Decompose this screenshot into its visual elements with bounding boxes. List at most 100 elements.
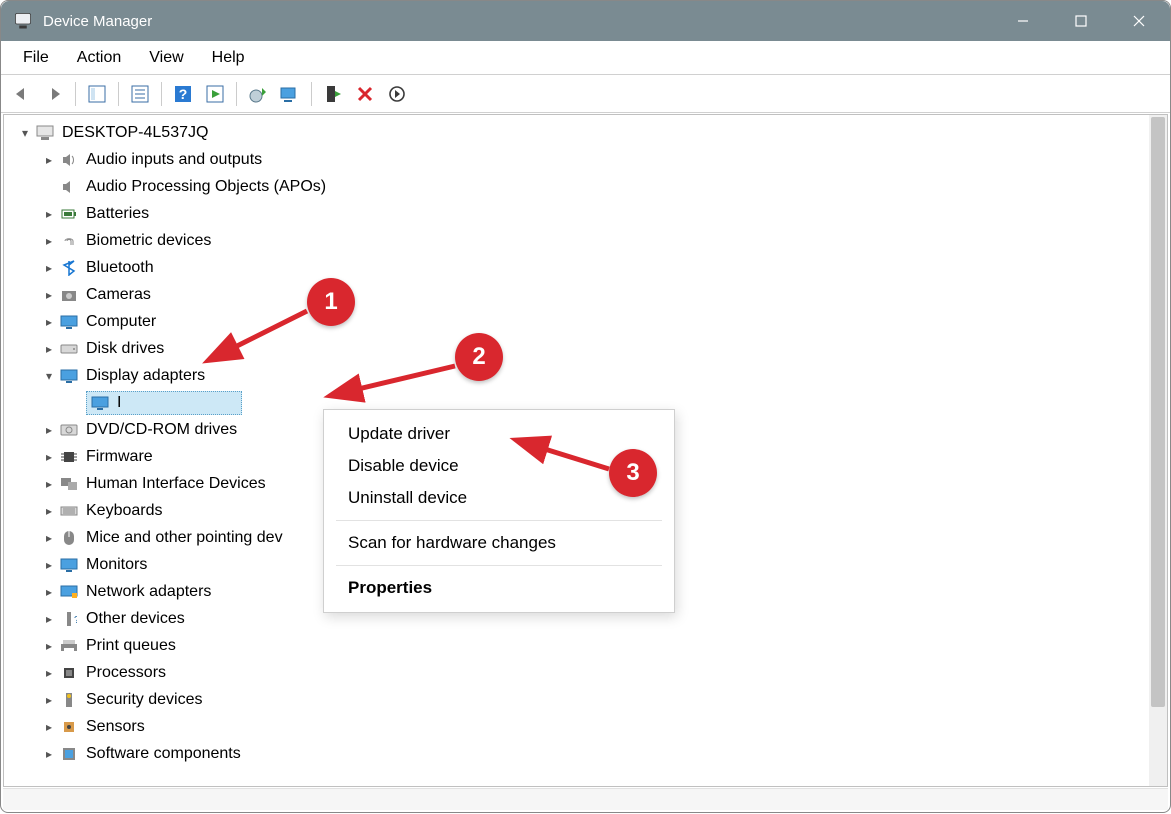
uninstall-device-button[interactable]: [350, 79, 380, 109]
menu-file[interactable]: File: [9, 45, 63, 71]
chevron-right-icon[interactable]: ▸: [40, 666, 58, 680]
ctx-properties[interactable]: Properties: [324, 572, 674, 604]
menu-action[interactable]: Action: [63, 45, 135, 71]
show-hide-console-tree-button[interactable]: [82, 79, 112, 109]
network-icon: [58, 582, 80, 602]
app-icon: [13, 11, 33, 31]
monitor-icon: [58, 312, 80, 332]
menu-help[interactable]: Help: [198, 45, 259, 71]
tree-label: Bluetooth: [86, 259, 154, 277]
enable-device-button[interactable]: [318, 79, 348, 109]
chevron-right-icon[interactable]: ▸: [40, 153, 58, 167]
chevron-right-icon[interactable]: ▸: [40, 315, 58, 329]
tree-category-cameras[interactable]: ▸ Cameras: [12, 281, 1167, 308]
tree-category-computer[interactable]: ▸ Computer: [12, 308, 1167, 335]
chevron-right-icon[interactable]: ▸: [40, 693, 58, 707]
tree-label: Software components: [86, 745, 241, 763]
chevron-right-icon[interactable]: ▸: [40, 477, 58, 491]
mouse-icon: [58, 528, 80, 548]
menu-bar: File Action View Help: [1, 41, 1170, 75]
tree-category-print[interactable]: ▸ Print queues: [12, 632, 1167, 659]
tree-label: DVD/CD-ROM drives: [86, 421, 237, 439]
tree-label: Human Interface Devices: [86, 475, 266, 493]
tree-category-display[interactable]: ▾ Display adapters: [12, 362, 1167, 389]
chevron-down-icon[interactable]: ▾: [16, 126, 34, 140]
chevron-right-icon[interactable]: ▸: [40, 450, 58, 464]
maximize-button[interactable]: [1052, 1, 1110, 41]
security-icon: [58, 690, 80, 710]
cpu-icon: [58, 663, 80, 683]
dvd-icon: [58, 420, 80, 440]
chevron-right-icon[interactable]: ▸: [40, 720, 58, 734]
tree-label: Sensors: [86, 718, 145, 736]
chevron-right-icon[interactable]: ▸: [40, 612, 58, 626]
chevron-right-icon[interactable]: ▸: [40, 261, 58, 275]
tree-category-sensors[interactable]: ▸ Sensors: [12, 713, 1167, 740]
keyboard-icon: [58, 501, 80, 521]
annotation-step-2: 2: [455, 333, 503, 381]
fingerprint-icon: [58, 231, 80, 251]
chevron-right-icon[interactable]: ▸: [40, 639, 58, 653]
chevron-right-icon[interactable]: ▸: [40, 342, 58, 356]
tree-label: Processors: [86, 664, 166, 682]
chevron-right-icon[interactable]: ▸: [40, 234, 58, 248]
chevron-right-icon[interactable]: ▸: [40, 747, 58, 761]
bluetooth-icon: [58, 258, 80, 278]
hid-icon: [58, 474, 80, 494]
tree-root[interactable]: ▾ DESKTOP-4L537JQ: [12, 119, 1167, 146]
scrollbar-thumb[interactable]: [1151, 117, 1165, 707]
ctx-scan-hardware[interactable]: Scan for hardware changes: [324, 527, 674, 559]
menu-view[interactable]: View: [135, 45, 197, 71]
chevron-right-icon[interactable]: ▸: [40, 558, 58, 572]
chevron-right-icon[interactable]: ▸: [40, 504, 58, 518]
help-button[interactable]: ?: [168, 79, 198, 109]
tree-label: DESKTOP-4L537JQ: [62, 124, 208, 142]
tree-category-batteries[interactable]: ▸ Batteries: [12, 200, 1167, 227]
tree-category-biometric[interactable]: ▸ Biometric devices: [12, 227, 1167, 254]
tree-label: Biometric devices: [86, 232, 211, 250]
tree-label: Network adapters: [86, 583, 211, 601]
tree-category-disk[interactable]: ▸ Disk drives: [12, 335, 1167, 362]
chevron-right-icon[interactable]: ▸: [40, 531, 58, 545]
chip-icon: [58, 447, 80, 467]
close-button[interactable]: [1110, 1, 1168, 41]
tree-category-security[interactable]: ▸ Security devices: [12, 686, 1167, 713]
chevron-right-icon[interactable]: ▸: [40, 423, 58, 437]
tree-category-apo[interactable]: ▸ Audio Processing Objects (APOs): [12, 173, 1167, 200]
scan-button[interactable]: [275, 79, 305, 109]
svg-text:?: ?: [74, 615, 77, 626]
action-window-button[interactable]: [200, 79, 230, 109]
minimize-button[interactable]: [994, 1, 1052, 41]
properties-button[interactable]: [125, 79, 155, 109]
disk-icon: [58, 339, 80, 359]
tree-category-processors[interactable]: ▸ Processors: [12, 659, 1167, 686]
update-driver-button[interactable]: [243, 79, 273, 109]
battery-icon: [58, 204, 80, 224]
nav-back-button[interactable]: [7, 79, 37, 109]
speaker-icon: [58, 150, 80, 170]
chevron-right-icon[interactable]: ▸: [40, 207, 58, 221]
tree-category-bluetooth[interactable]: ▸ Bluetooth: [12, 254, 1167, 281]
refresh-button[interactable]: [382, 79, 412, 109]
context-menu: Update driver Disable device Uninstall d…: [323, 409, 675, 613]
other-devices-icon: ?: [58, 609, 80, 629]
vertical-scrollbar[interactable]: [1149, 115, 1167, 786]
toolbar-separator: [236, 82, 237, 106]
tree-label: I: [117, 394, 121, 412]
nav-forward-button[interactable]: [39, 79, 69, 109]
printer-icon: [58, 636, 80, 656]
tree-label: Audio Processing Objects (APOs): [86, 178, 326, 196]
tree-category-audio-io[interactable]: ▸ Audio inputs and outputs: [12, 146, 1167, 173]
tree-label: Display adapters: [86, 367, 205, 385]
chevron-down-icon[interactable]: ▾: [40, 369, 58, 383]
toolbar-separator: [311, 82, 312, 106]
tree-category-software-comp[interactable]: ▸ Software components: [12, 740, 1167, 767]
chevron-right-icon[interactable]: ▸: [40, 288, 58, 302]
toolbar: ?: [1, 75, 1170, 113]
chevron-right-icon[interactable]: ▸: [40, 585, 58, 599]
annotation-step-3: 3: [609, 449, 657, 497]
ctx-update-driver[interactable]: Update driver: [324, 418, 674, 450]
computer-icon: [34, 123, 56, 143]
camera-icon: [58, 285, 80, 305]
tree-label: Computer: [86, 313, 156, 331]
